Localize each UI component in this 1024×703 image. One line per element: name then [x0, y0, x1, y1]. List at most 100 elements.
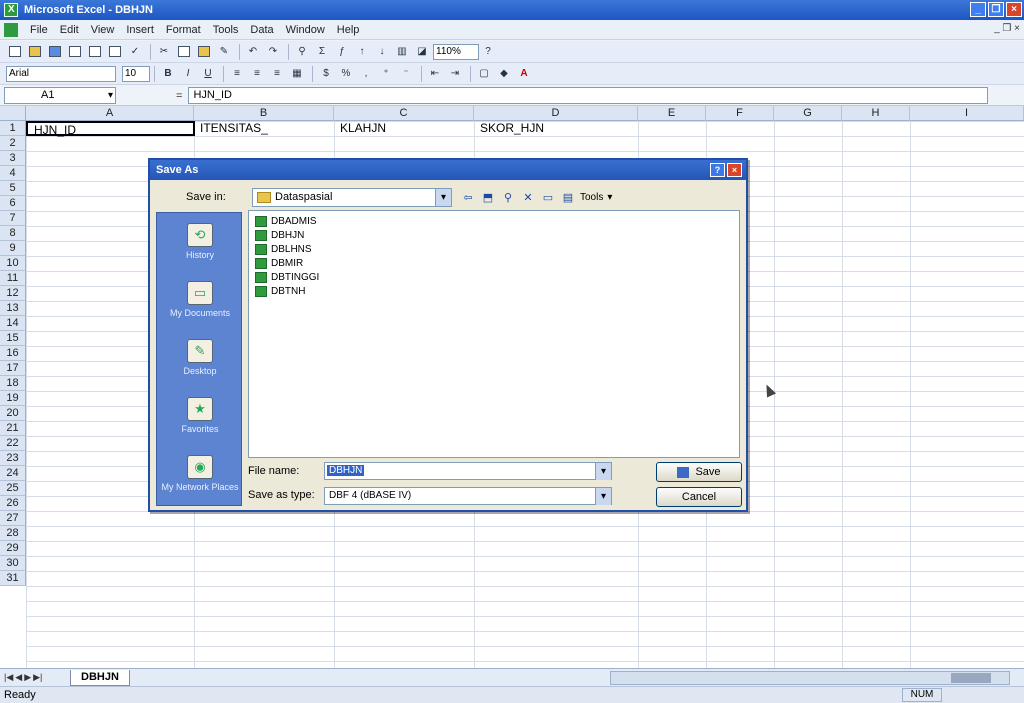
row-header[interactable]: 14 — [0, 316, 26, 331]
file-item[interactable]: DBTINGGI — [255, 271, 319, 284]
restore-icon[interactable]: ❐ — [988, 2, 1004, 17]
file-item[interactable]: DBHJN — [255, 229, 304, 242]
tools-chevron-icon[interactable]: ▾ — [607, 192, 612, 203]
file-item[interactable]: DBLHNS — [255, 243, 312, 256]
place-desktop[interactable]: ✎ Desktop — [157, 333, 243, 391]
row-header[interactable]: 3 — [0, 151, 26, 166]
column-header-g[interactable]: G — [774, 106, 842, 121]
row-header[interactable]: 4 — [0, 166, 26, 181]
save-type-chevron-icon[interactable]: ▾ — [595, 488, 611, 505]
sort-ascending-icon[interactable]: ↑ — [353, 44, 371, 60]
first-sheet-icon[interactable]: |◀ — [4, 672, 13, 683]
delete-icon[interactable]: ✕ — [520, 190, 536, 205]
paste-icon[interactable] — [195, 44, 213, 60]
function-icon[interactable]: ƒ — [333, 44, 351, 60]
italic-button[interactable]: I — [179, 66, 197, 82]
decrease-indent-icon[interactable]: ⇤ — [426, 66, 444, 82]
row-header[interactable]: 19 — [0, 391, 26, 406]
row-header[interactable]: 11 — [0, 271, 26, 286]
menu-tools[interactable]: Tools — [207, 24, 245, 36]
row-header[interactable]: 13 — [0, 301, 26, 316]
align-right-icon[interactable]: ≡ — [268, 66, 286, 82]
row-header[interactable]: 8 — [0, 226, 26, 241]
increase-decimal-icon[interactable]: ⁺ — [377, 66, 395, 82]
row-header[interactable]: 24 — [0, 466, 26, 481]
save-in-select[interactable]: Dataspasial ▾ — [252, 188, 452, 207]
place-history[interactable]: ⟲ History — [157, 217, 243, 275]
file-name-input[interactable]: DBHJN ▾ — [324, 462, 612, 480]
format-painter-icon[interactable]: ✎ — [215, 44, 233, 60]
row-header[interactable]: 12 — [0, 286, 26, 301]
menu-data[interactable]: Data — [244, 24, 279, 36]
last-sheet-icon[interactable]: ▶| — [33, 672, 42, 683]
currency-icon[interactable]: $ — [317, 66, 335, 82]
save-button[interactable]: Save — [656, 462, 742, 482]
copy-icon[interactable] — [175, 44, 193, 60]
new-folder-icon[interactable]: ▭ — [540, 190, 556, 205]
bold-button[interactable]: B — [159, 66, 177, 82]
column-header-h[interactable]: H — [842, 106, 910, 121]
cell-b1[interactable]: ITENSITAS_ — [194, 121, 334, 136]
row-header[interactable]: 18 — [0, 376, 26, 391]
row-header[interactable]: 2 — [0, 136, 26, 151]
menu-window[interactable]: Window — [280, 24, 331, 36]
sort-descending-icon[interactable]: ↓ — [373, 44, 391, 60]
open-icon[interactable] — [26, 44, 44, 60]
row-header[interactable]: 27 — [0, 511, 26, 526]
row-header[interactable]: 15 — [0, 331, 26, 346]
scroll-thumb[interactable] — [951, 673, 991, 683]
close-icon[interactable]: × — [1006, 2, 1022, 17]
back-icon[interactable]: ⇦ — [460, 190, 476, 205]
cell-d1[interactable]: SKOR_HJN — [474, 121, 638, 136]
increase-indent-icon[interactable]: ⇥ — [446, 66, 464, 82]
spelling-icon[interactable]: ✓ — [126, 44, 144, 60]
row-header[interactable]: 16 — [0, 346, 26, 361]
row-header[interactable]: 30 — [0, 556, 26, 571]
chevron-down-icon[interactable]: ▾ — [435, 189, 451, 206]
decrease-decimal-icon[interactable]: ⁻ — [397, 66, 415, 82]
percent-icon[interactable]: % — [337, 66, 355, 82]
document-window-buttons[interactable]: _ ❐ × — [994, 23, 1020, 34]
row-header[interactable]: 7 — [0, 211, 26, 226]
help-icon[interactable]: ? — [479, 44, 497, 60]
row-header[interactable]: 26 — [0, 496, 26, 511]
zoom-select[interactable]: 110% — [433, 43, 479, 60]
select-all-corner[interactable] — [0, 106, 26, 121]
row-header[interactable]: 25 — [0, 481, 26, 496]
dialog-help-icon[interactable]: ? — [710, 163, 725, 177]
save-type-select[interactable]: DBF 4 (dBASE IV) ▾ — [324, 487, 612, 505]
row-header[interactable]: 10 — [0, 256, 26, 271]
align-center-icon[interactable]: ≡ — [248, 66, 266, 82]
row-header[interactable]: 31 — [0, 571, 26, 586]
row-header[interactable]: 17 — [0, 361, 26, 376]
menu-view[interactable]: View — [85, 24, 121, 36]
horizontal-scrollbar[interactable] — [610, 671, 1010, 685]
row-header[interactable]: 29 — [0, 541, 26, 556]
row-header[interactable]: 5 — [0, 181, 26, 196]
chart-wizard-icon[interactable]: ▥ — [393, 44, 411, 60]
font-size-select[interactable]: 10 — [122, 65, 150, 82]
column-header-i[interactable]: I — [910, 106, 1024, 121]
permission-icon[interactable] — [66, 44, 84, 60]
row-header[interactable]: 6 — [0, 196, 26, 211]
formula-input[interactable]: HJN_ID — [188, 87, 989, 104]
merge-center-icon[interactable]: ▦ — [288, 66, 306, 82]
cancel-button[interactable]: Cancel — [656, 487, 742, 507]
formula-equals-icon[interactable]: = — [176, 90, 182, 102]
file-item[interactable]: DBADMIS — [255, 215, 317, 228]
column-header-c[interactable]: C — [334, 106, 474, 121]
menu-format[interactable]: Format — [160, 24, 207, 36]
redo-icon[interactable]: ↷ — [264, 44, 282, 60]
menu-help[interactable]: Help — [331, 24, 366, 36]
save-icon[interactable] — [46, 44, 64, 60]
search-web-icon[interactable]: ⚲ — [500, 190, 516, 205]
name-box[interactable]: A1 — [4, 87, 116, 104]
file-item[interactable]: DBTNH — [255, 285, 305, 298]
row-header[interactable]: 20 — [0, 406, 26, 421]
sheet-tab-dbhjn[interactable]: DBHJN — [70, 669, 130, 686]
prev-sheet-icon[interactable]: ◀ — [15, 672, 22, 683]
underline-button[interactable]: U — [199, 66, 217, 82]
print-preview-icon[interactable] — [106, 44, 124, 60]
align-left-icon[interactable]: ≡ — [228, 66, 246, 82]
file-list[interactable]: DBADMIS DBHJN DBLHNS DBMIR DBTINGGI DBTN… — [248, 210, 740, 458]
